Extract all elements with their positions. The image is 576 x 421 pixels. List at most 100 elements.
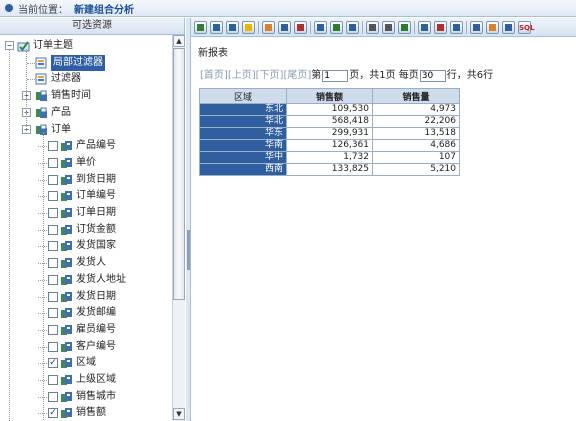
export-pdf-icon xyxy=(349,23,356,31)
tree-node[interactable]: 雇员编号 xyxy=(0,322,172,338)
splitter-grip[interactable] xyxy=(187,230,190,270)
tree-node-label: 销售时间 xyxy=(51,90,91,102)
checkbox[interactable] xyxy=(48,291,58,302)
field-icon xyxy=(60,324,73,336)
info-button[interactable] xyxy=(486,20,499,34)
filter-button[interactable] xyxy=(418,20,431,34)
checked-checkbox[interactable]: ✓ xyxy=(48,408,58,419)
checkbox[interactable] xyxy=(48,208,58,218)
tree-node-label: 发货日期 xyxy=(76,290,116,302)
checkbox[interactable] xyxy=(48,391,58,402)
checkbox[interactable] xyxy=(48,324,58,335)
toolbar-separator xyxy=(258,20,259,34)
checkbox[interactable] xyxy=(48,191,58,202)
pager-last-link[interactable]: [尾页] xyxy=(283,69,311,83)
sql-button[interactable]: SQL xyxy=(518,20,534,34)
query-button[interactable] xyxy=(502,20,515,34)
checked-checkbox[interactable]: ✓ xyxy=(48,358,58,369)
tree-node-label: 上级区域 xyxy=(76,374,116,385)
filter-icon xyxy=(35,57,48,69)
pager-prev-link[interactable]: [上页] xyxy=(228,69,256,83)
tree-connector xyxy=(27,79,35,81)
tree-node-label: 订单 xyxy=(51,123,71,135)
layout-button[interactable] xyxy=(470,20,483,34)
tree-node[interactable]: 发货人 xyxy=(0,255,172,271)
table-row[interactable]: 西南 133,825 5,210 xyxy=(199,163,460,176)
favorite-star-button[interactable] xyxy=(242,20,255,34)
checkbox[interactable] xyxy=(48,308,58,319)
refresh-icon xyxy=(197,23,204,31)
scroll-down-icon[interactable]: ▼ xyxy=(173,408,185,420)
tree-node[interactable]: 发货日期 xyxy=(0,289,172,305)
tree-node[interactable]: 订单日期 xyxy=(0,205,172,221)
favorite-star-icon xyxy=(245,23,252,31)
save-button[interactable] xyxy=(210,20,223,34)
tree-connector xyxy=(27,62,35,64)
checkbox[interactable] xyxy=(48,375,58,385)
table-row[interactable]: 华东 299,931 13,518 xyxy=(199,127,460,140)
tree-node[interactable]: 销售城市 xyxy=(0,389,172,405)
export-excel-button[interactable] xyxy=(330,20,343,34)
swap-axis-button[interactable] xyxy=(398,20,411,34)
rows-per-page-input[interactable] xyxy=(419,70,446,82)
checkbox[interactable] xyxy=(48,157,58,168)
field-icon xyxy=(60,391,73,403)
format-button[interactable] xyxy=(434,20,447,34)
tree-node[interactable]: 上级区域 xyxy=(0,372,172,388)
tree-node[interactable]: ✓ 销售额 xyxy=(0,405,172,421)
tree-node[interactable]: 产品编号 xyxy=(0,138,172,154)
dimension-icon xyxy=(35,90,48,102)
report-title: 新报表 xyxy=(198,48,228,59)
table-row[interactable]: 华北 568,418 22,206 xyxy=(199,115,460,128)
tree-node[interactable]: 订货金额 xyxy=(0,222,172,238)
tree-node-label: 发货人地址 xyxy=(76,273,126,285)
sales-amount-cell: 109,530 xyxy=(286,103,373,116)
checkbox[interactable] xyxy=(48,341,58,352)
checkbox[interactable] xyxy=(48,174,58,185)
field-icon xyxy=(60,257,73,269)
tree-node-label: 销售额 xyxy=(76,407,106,419)
save-as-button[interactable] xyxy=(226,20,239,34)
page-number-input[interactable] xyxy=(322,70,349,82)
column-header-sales-amount[interactable]: 销售额 xyxy=(286,88,373,104)
dimension-icon xyxy=(35,107,48,119)
pager-first-link[interactable]: [首页] xyxy=(200,69,228,83)
table-row[interactable]: 华南 126,361 4,686 xyxy=(199,139,460,152)
chart-button[interactable] xyxy=(262,20,275,34)
refresh-button[interactable] xyxy=(194,20,207,34)
table-row[interactable]: 华中 1,732 107 xyxy=(199,151,460,164)
print-setup-button[interactable] xyxy=(382,20,395,34)
tree-node[interactable]: 客户编号 xyxy=(0,339,172,355)
print-setup-icon xyxy=(385,23,392,31)
param-button[interactable] xyxy=(450,20,463,34)
print-button[interactable] xyxy=(366,20,379,34)
checkbox[interactable] xyxy=(48,224,58,235)
scroll-thumb[interactable] xyxy=(173,48,185,300)
pager-next-link[interactable]: [下页] xyxy=(256,69,284,83)
tree-node[interactable]: 发货人地址 xyxy=(0,272,172,288)
tree-node[interactable]: 单价 xyxy=(0,155,172,171)
tree-node[interactable]: 到货日期 xyxy=(0,172,172,188)
table-button[interactable] xyxy=(278,20,291,34)
tree-node[interactable]: 订单编号 xyxy=(0,188,172,204)
tree-node[interactable]: ✓ 区域 xyxy=(0,355,172,371)
scroll-up-icon[interactable]: ▲ xyxy=(173,35,185,47)
checkbox[interactable] xyxy=(48,274,58,285)
column-header-sales-volume[interactable]: 销售量 xyxy=(372,88,460,104)
sales-volume-cell: 22,206 xyxy=(372,115,460,128)
tree-scrollbar[interactable]: ▲ ▼ xyxy=(172,35,185,421)
export-pdf-button[interactable] xyxy=(346,20,359,34)
sales-volume-cell: 107 xyxy=(372,151,460,164)
column-header-region[interactable]: 区域 xyxy=(199,88,287,104)
sort-button[interactable] xyxy=(294,20,307,34)
checkbox[interactable] xyxy=(48,241,58,252)
table-row[interactable]: 东北 109,530 4,973 xyxy=(199,103,460,116)
tree-node-label: 单价 xyxy=(76,156,96,168)
tree-node-label: 订单日期 xyxy=(76,207,116,218)
location-dot-icon xyxy=(5,4,13,12)
tree-node[interactable]: 发货国家 xyxy=(0,238,172,254)
tree-node[interactable]: 发货邮编 xyxy=(0,305,172,321)
drill-button[interactable] xyxy=(314,20,327,34)
checkbox[interactable] xyxy=(48,258,58,269)
checkbox[interactable] xyxy=(48,141,58,152)
